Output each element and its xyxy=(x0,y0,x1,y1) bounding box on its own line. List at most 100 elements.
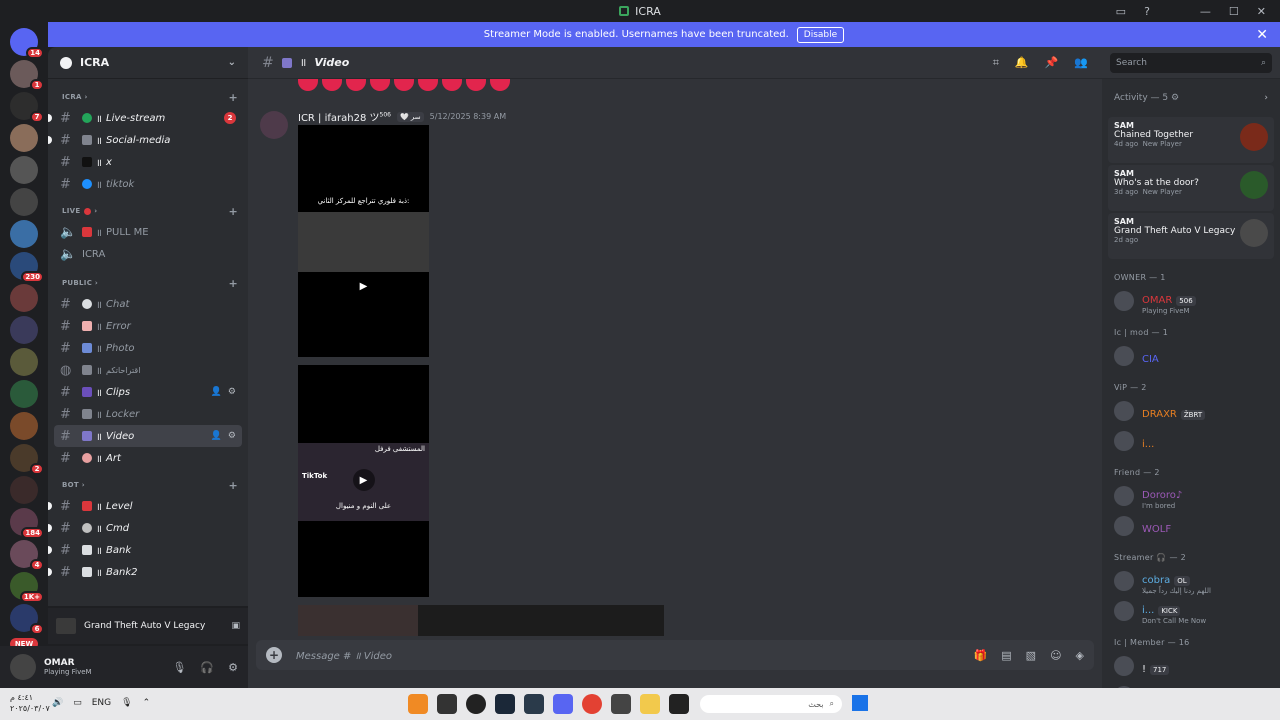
activity-card[interactable]: SAM Who's at the door? 3d ago New Player xyxy=(1108,165,1274,211)
member-item[interactable]: WOLF xyxy=(1102,511,1280,541)
channel-social-media[interactable]: # ॥ Social-media xyxy=(48,129,242,151)
member-item[interactable]: i... xyxy=(1102,426,1280,456)
channel-bank[interactable]: # ॥ Bank xyxy=(48,539,242,561)
threads-icon[interactable]: ⌗ xyxy=(993,56,999,70)
reaction-heart-icon[interactable] xyxy=(298,79,318,91)
minimize-button[interactable]: — xyxy=(1200,5,1211,18)
member-item[interactable]: ! 717 xyxy=(1102,651,1280,681)
guild-header[interactable]: ICRA ⌄ xyxy=(48,47,248,79)
channel-cmd[interactable]: # ॥ Cmd xyxy=(48,517,242,539)
activity-card[interactable]: SAM Grand Theft Auto V Legacy 2d ago xyxy=(1108,213,1274,259)
server-icon[interactable]: 184 xyxy=(10,508,44,539)
inbox-icon[interactable]: ▭ xyxy=(1116,5,1126,18)
server-icon[interactable] xyxy=(10,188,38,216)
activity-header[interactable]: Activity — 5 ⚙ › xyxy=(1102,79,1280,117)
add-channel-icon[interactable]: + xyxy=(228,479,238,492)
screen-share-icon[interactable]: ▣ xyxy=(231,621,240,631)
gear-icon[interactable]: ⚙ xyxy=(228,387,236,397)
member-item[interactable]: cobra OL اللهم ردنا إليك رداً جميلا xyxy=(1102,566,1280,596)
server-icon[interactable] xyxy=(10,284,38,312)
server-icon[interactable]: 1 xyxy=(10,60,44,91)
gift-icon[interactable]: 🎁 xyxy=(974,649,988,662)
category-live[interactable]: Live › + xyxy=(48,201,248,221)
apps-icon[interactable]: ◈ xyxy=(1076,649,1084,662)
chevron-right-icon[interactable]: › xyxy=(1264,93,1268,103)
reaction-heart-icon[interactable] xyxy=(394,79,414,91)
channel-icra-voice[interactable]: 🔈 ICRA xyxy=(54,243,242,265)
message-author[interactable]: ICR | ifarah28 ツ506 xyxy=(298,109,391,124)
add-channel-icon[interactable]: + xyxy=(228,91,238,104)
server-icon[interactable] xyxy=(10,156,38,184)
add-channel-icon[interactable]: + xyxy=(228,277,238,290)
app-icon[interactable] xyxy=(611,694,631,714)
headphones-icon[interactable]: 🎧 xyxy=(200,661,214,674)
server-icon[interactable] xyxy=(10,124,38,152)
member-item[interactable]: Dororo♪ I'm bored xyxy=(1102,481,1280,511)
pin-icon[interactable]: 📌 xyxy=(1045,56,1059,70)
invite-icon[interactable]: 👤 xyxy=(211,387,222,397)
server-icon[interactable] xyxy=(10,348,38,376)
volume-icon[interactable]: 🔊 xyxy=(52,698,63,708)
server-icon[interactable] xyxy=(10,476,38,504)
server-icon[interactable]: 14 xyxy=(10,28,44,59)
channel-level[interactable]: # ॥ Level xyxy=(48,495,242,517)
channel-x[interactable]: # ॥ x xyxy=(54,151,242,173)
disable-button[interactable]: Disable xyxy=(796,26,845,43)
invite-icon[interactable]: 👤 xyxy=(211,431,222,441)
channel-live-stream[interactable]: # ॥ Live-stream 2 xyxy=(48,107,242,129)
microphone-icon[interactable]: 🎙 xyxy=(121,698,132,708)
channel-tiktok[interactable]: # ॥ tiktok xyxy=(54,173,242,195)
server-icon[interactable]: 1K+ xyxy=(10,572,44,603)
microphone-icon[interactable]: 🎙 xyxy=(172,661,186,674)
taskbar-search[interactable]: بحث ⌕ xyxy=(700,695,842,713)
activity-card[interactable]: SAM Chained Together 4d ago New Player xyxy=(1108,117,1274,163)
server-icon[interactable] xyxy=(10,220,38,248)
chevron-up-icon[interactable]: ⌃ xyxy=(143,698,151,708)
app-icon[interactable] xyxy=(524,694,544,714)
server-icon[interactable]: 230 xyxy=(10,252,44,283)
server-icon[interactable]: 7 xyxy=(10,92,44,123)
app-icon[interactable] xyxy=(669,694,689,714)
reaction-heart-icon[interactable] xyxy=(346,79,366,91)
video-attachment[interactable] xyxy=(298,605,664,636)
member-item[interactable]: LiMl 7702 xyxy=(1102,681,1280,688)
channel-pull-me[interactable]: 🔈 ॥ PULL ME xyxy=(54,221,242,243)
network-icon[interactable]: ▭ xyxy=(73,698,82,708)
gear-icon[interactable]: ⚙ xyxy=(228,661,238,674)
windows-start-icon[interactable] xyxy=(852,695,868,711)
maximize-button[interactable]: ☐ xyxy=(1229,5,1239,18)
add-attachment-icon[interactable]: + xyxy=(266,647,282,663)
reaction-heart-icon[interactable] xyxy=(442,79,462,91)
gif-icon[interactable]: ▤ xyxy=(1001,649,1011,662)
category-bot[interactable]: BOT › + xyxy=(48,475,248,495)
member-item[interactable]: OMAR 506 Playing FiveM xyxy=(1102,286,1280,316)
emoji-icon[interactable]: ☺ xyxy=(1050,649,1061,662)
sticker-icon[interactable]: ▧ xyxy=(1026,649,1036,662)
channel-bank2[interactable]: # ॥ Bank2 xyxy=(48,561,242,583)
channel-locker[interactable]: # ॥ Locker xyxy=(54,403,242,425)
folder-icon[interactable] xyxy=(640,694,660,714)
reaction-heart-icon[interactable] xyxy=(466,79,486,91)
category-public[interactable]: PUBLIC › + xyxy=(48,273,248,293)
clock[interactable]: ٤:٤١ م ٢٠٢٥/٠٣/٠٧ xyxy=(10,692,50,714)
message-composer[interactable]: + Message # ॥ Video 🎁 ▤ ▧ ☺ ◈ xyxy=(256,640,1094,670)
app-icon[interactable] xyxy=(437,694,457,714)
reaction-heart-icon[interactable] xyxy=(418,79,438,91)
category-icra[interactable]: ICRA › + xyxy=(48,87,248,107)
channel-clips[interactable]: # ॥ Clips 👤 ⚙ xyxy=(54,381,242,403)
close-window-button[interactable]: ✕ xyxy=(1257,5,1266,18)
server-icon[interactable] xyxy=(10,316,38,344)
gear-icon[interactable]: ⚙ xyxy=(1171,93,1179,103)
reaction-heart-icon[interactable] xyxy=(490,79,510,91)
search-input[interactable]: Search ⌕ xyxy=(1110,52,1272,73)
add-channel-icon[interactable]: + xyxy=(228,205,238,218)
reaction-heart-icon[interactable] xyxy=(370,79,390,91)
video-attachment[interactable]: ذبة فلوري تتراجع للمركز الثاني: ▶ xyxy=(298,125,429,357)
reaction-heart-icon[interactable] xyxy=(322,79,342,91)
avatar[interactable] xyxy=(260,111,288,139)
channel-chat[interactable]: # ॥ Chat xyxy=(54,293,242,315)
video-attachment[interactable]: المستشفى فرفل ▶ TikTok على النوم و منيوا… xyxy=(298,365,429,597)
play-icon[interactable]: ▶ xyxy=(352,275,375,297)
channel-suggestions[interactable]: ◍ ॥ اقتراحاتكم xyxy=(54,359,242,381)
server-icon[interactable]: 4 xyxy=(10,540,44,571)
